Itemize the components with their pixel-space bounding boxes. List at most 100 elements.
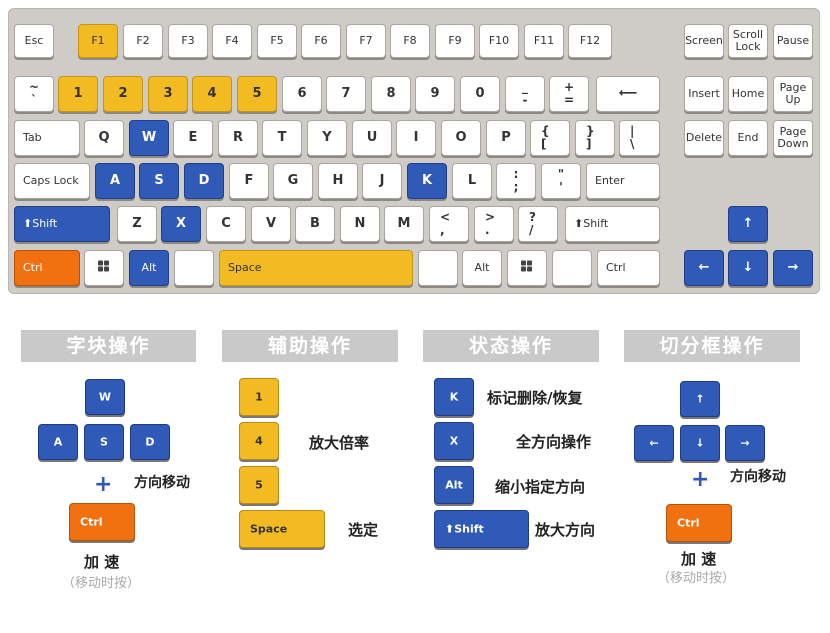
state-shrink-label: 缩小指定方向: [495, 478, 586, 496]
key-insert[interactable]: Insert: [684, 76, 724, 112]
key-blank-right[interactable]: [418, 250, 458, 286]
key-key-n[interactable]: N: [340, 206, 380, 242]
key-key-j[interactable]: J: [362, 163, 402, 199]
key-key-l[interactable]: L: [452, 163, 492, 199]
key-slash[interactable]: ? /: [518, 206, 558, 242]
key-key-x[interactable]: X: [161, 206, 201, 242]
key-left-shift[interactable]: ⬆Shift: [14, 206, 110, 242]
key-tilde[interactable]: ~ `: [14, 76, 54, 112]
key-page-up[interactable]: Page Up: [773, 76, 813, 112]
key-arrow-right[interactable]: →: [773, 250, 813, 286]
key-key-k[interactable]: K: [407, 163, 447, 199]
key-right-shift[interactable]: ⬆Shift: [565, 206, 660, 242]
key-f9[interactable]: F9: [435, 24, 475, 58]
key-digit-9[interactable]: 9: [415, 76, 455, 112]
key-top-legend: >: [485, 210, 496, 224]
key-comma[interactable]: <,: [429, 206, 469, 242]
key-digit-6[interactable]: 6: [282, 76, 322, 112]
key-equals[interactable]: + =: [549, 76, 589, 112]
key-digit-4[interactable]: 4: [192, 76, 232, 112]
key-key-z[interactable]: Z: [117, 206, 157, 242]
key-label: ⟵: [618, 86, 638, 101]
key-home[interactable]: Home: [728, 76, 768, 112]
key-arrow-left[interactable]: ←: [684, 250, 724, 286]
key-digit-7[interactable]: 7: [326, 76, 366, 112]
key-lbracket[interactable]: {[: [530, 120, 570, 156]
key-end[interactable]: End: [728, 120, 768, 156]
key-f12[interactable]: F12: [568, 24, 612, 58]
key-period[interactable]: >.: [474, 206, 514, 242]
key-key-q[interactable]: Q: [84, 120, 124, 156]
key-label: H: [332, 173, 344, 188]
key-key-i[interactable]: I: [396, 120, 436, 156]
key-quote[interactable]: " ': [541, 163, 581, 199]
key-backspace[interactable]: ⟵: [596, 76, 660, 112]
key-pause[interactable]: Pause: [773, 24, 813, 58]
key-enter[interactable]: Enter: [586, 163, 660, 199]
key-semicolon[interactable]: :;: [496, 163, 536, 199]
key-key-u[interactable]: U: [352, 120, 392, 156]
state-all-dir-label: 全方向操作: [516, 433, 592, 451]
key-f4[interactable]: F4: [212, 24, 252, 58]
key-key-p[interactable]: P: [486, 120, 526, 156]
key-left-ctrl[interactable]: Ctrl: [14, 250, 80, 286]
key-right-win[interactable]: [507, 250, 547, 286]
key-f2[interactable]: F2: [123, 24, 163, 58]
key-scroll-lock[interactable]: Scroll Lock: [728, 24, 768, 58]
key-key-g[interactable]: G: [273, 163, 313, 199]
key-key-r[interactable]: R: [218, 120, 258, 156]
key-key-s[interactable]: S: [139, 163, 179, 199]
key-key-m[interactable]: M: [384, 206, 424, 242]
key-right-ctrl[interactable]: Ctrl: [597, 250, 660, 286]
key-top-legend: {: [541, 124, 550, 138]
key-f3[interactable]: F3: [168, 24, 208, 58]
key-key-h[interactable]: H: [318, 163, 358, 199]
key-key-w[interactable]: W: [129, 120, 169, 156]
key-key-a[interactable]: A: [95, 163, 135, 199]
key-caps-lock[interactable]: Caps Lock: [14, 163, 90, 199]
key-backslash[interactable]: | \: [619, 120, 660, 156]
key-f6[interactable]: F6: [301, 24, 341, 58]
key-left-win[interactable]: [84, 250, 124, 286]
key-f8[interactable]: F8: [390, 24, 430, 58]
key-blank-left[interactable]: [174, 250, 214, 286]
key-key-v[interactable]: V: [251, 206, 291, 242]
key-page-down[interactable]: Page Down: [773, 120, 813, 156]
key-f1[interactable]: F1: [78, 24, 118, 58]
key-digit-0[interactable]: 0: [460, 76, 500, 112]
key-blank-menu[interactable]: [552, 250, 592, 286]
key-label: G: [287, 173, 299, 188]
key-key-b[interactable]: B: [295, 206, 335, 242]
key-rbracket[interactable]: }]: [575, 120, 615, 156]
key-digit-1[interactable]: 1: [58, 76, 98, 112]
key-right-alt[interactable]: Alt: [462, 250, 502, 286]
key-f5[interactable]: F5: [257, 24, 297, 58]
key-key-c[interactable]: C: [206, 206, 246, 242]
key-digit-3[interactable]: 3: [148, 76, 188, 112]
key-screen[interactable]: Screen: [684, 24, 724, 58]
key-space[interactable]: Space: [219, 250, 413, 286]
key-key-y[interactable]: Y: [307, 120, 347, 156]
key-left-alt[interactable]: Alt: [129, 250, 169, 286]
key-arrow-up[interactable]: ↑: [728, 206, 768, 242]
key-esc[interactable]: Esc: [14, 24, 54, 58]
key-key-o[interactable]: O: [441, 120, 481, 156]
key-bottom-legend: ;: [513, 180, 519, 194]
state-mark-label: 标记删除/恢复: [487, 389, 583, 407]
key-digit-2[interactable]: 2: [103, 76, 143, 112]
key-arrow-down[interactable]: ↓: [728, 250, 768, 286]
key-label: F1: [91, 34, 105, 47]
key-digit-5[interactable]: 5: [237, 76, 277, 112]
key-f11[interactable]: F11: [524, 24, 564, 58]
key-tab[interactable]: Tab: [14, 120, 80, 156]
key-f10[interactable]: F10: [479, 24, 519, 58]
key-key-d[interactable]: D: [184, 163, 224, 199]
key-key-t[interactable]: T: [262, 120, 302, 156]
key-minus[interactable]: _ -: [505, 76, 545, 112]
key-top-legend: ": [557, 167, 565, 181]
key-key-f[interactable]: F: [229, 163, 269, 199]
key-f7[interactable]: F7: [346, 24, 386, 58]
key-digit-8[interactable]: 8: [371, 76, 411, 112]
key-delete[interactable]: Delete: [684, 120, 724, 156]
key-key-e[interactable]: E: [173, 120, 213, 156]
